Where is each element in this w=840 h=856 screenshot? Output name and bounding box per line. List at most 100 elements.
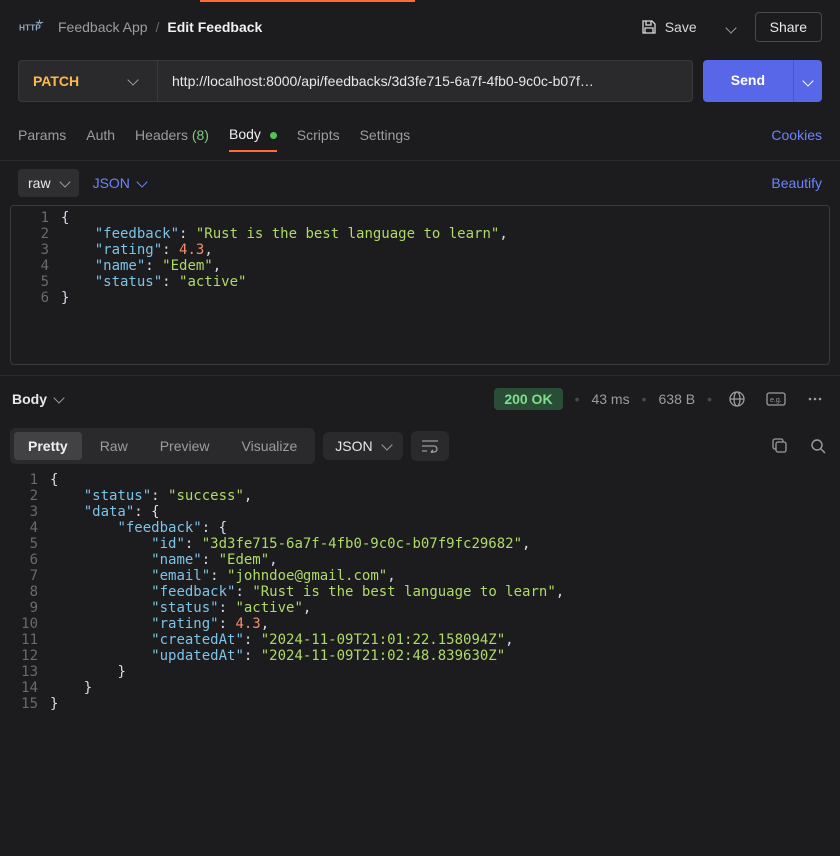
beautify-button[interactable]: Beautify <box>771 175 822 191</box>
request-body-editor[interactable]: 1{2 "feedback": "Rust is the best langua… <box>10 205 830 365</box>
tab-body[interactable]: Body <box>229 118 277 152</box>
tab-headers-count: (8) <box>192 127 209 143</box>
code-line: 5 "id": "3d3fe715-6a7f-4fb0-9c0c-b07f9fc… <box>0 536 840 552</box>
chevron-down-icon <box>53 392 64 403</box>
code-content: "status": "active" <box>61 274 246 290</box>
response-toolbar: Pretty Raw Preview Visualize JSON <box>0 422 840 470</box>
request-tabs: Params Auth Headers (8) Body Scripts Set… <box>0 110 840 161</box>
tab-settings[interactable]: Settings <box>360 119 411 151</box>
line-number: 9 <box>0 600 50 616</box>
send-group: Send <box>703 60 822 102</box>
line-number: 6 <box>11 290 61 306</box>
code-line: 2 "feedback": "Rust is the best language… <box>11 226 829 242</box>
wrap-lines-button[interactable] <box>411 431 449 461</box>
line-number: 4 <box>0 520 50 536</box>
tab-headers-label: Headers <box>135 127 188 143</box>
line-number: 7 <box>0 568 50 584</box>
tab-headers[interactable]: Headers (8) <box>135 119 209 151</box>
method-select[interactable]: PATCH <box>18 60 158 102</box>
code-content: "id": "3d3fe715-6a7f-4fb0-9c0c-b07f9fc29… <box>50 536 530 552</box>
tab-auth[interactable]: Auth <box>86 119 115 151</box>
code-content: "status": "success", <box>50 488 252 504</box>
view-visualize-button[interactable]: Visualize <box>228 432 312 460</box>
save-response-icon[interactable]: e.g. <box>762 387 790 411</box>
tab-body-label: Body <box>229 126 261 142</box>
modified-dot-icon <box>270 132 277 139</box>
code-line: 1{ <box>11 210 829 226</box>
header: HTTP Feedback App / Edit Feedback Save S… <box>0 2 840 52</box>
code-content: "feedback": "Rust is the best language t… <box>50 584 564 600</box>
body-format-label: JSON <box>93 175 130 191</box>
line-number: 5 <box>0 536 50 552</box>
code-line: 5 "status": "active" <box>11 274 829 290</box>
cookies-link[interactable]: Cookies <box>771 127 822 143</box>
code-line: 10 "rating": 4.3, <box>0 616 840 632</box>
more-icon[interactable] <box>802 386 828 412</box>
code-content: } <box>50 680 92 696</box>
line-number: 14 <box>0 680 50 696</box>
line-number: 1 <box>0 472 50 488</box>
stat-sep: • <box>642 391 647 407</box>
code-line: 4 "feedback": { <box>0 520 840 536</box>
code-content: { <box>50 472 58 488</box>
code-line: 6 "name": "Edem", <box>0 552 840 568</box>
chevron-down-icon <box>802 75 813 86</box>
stat-sep: • <box>575 391 580 407</box>
line-number: 10 <box>0 616 50 632</box>
code-content: { <box>61 210 69 226</box>
breadcrumb-collection[interactable]: Feedback App <box>58 19 148 35</box>
line-number: 4 <box>11 258 61 274</box>
code-line: 13 } <box>0 664 840 680</box>
body-mode-label: raw <box>28 175 51 191</box>
code-content: "createdAt": "2024-11-09T21:01:22.158094… <box>50 632 514 648</box>
tab-params[interactable]: Params <box>18 119 66 151</box>
code-content: "feedback": "Rust is the best language t… <box>61 226 508 242</box>
code-line: 4 "name": "Edem", <box>11 258 829 274</box>
send-button[interactable]: Send <box>703 60 793 102</box>
http-icon: HTTP <box>18 16 46 38</box>
response-body-viewer[interactable]: 1{2 "status": "success",3 "data": {4 "fe… <box>0 470 840 722</box>
copy-icon[interactable] <box>768 434 792 458</box>
chevron-down-icon <box>725 22 736 33</box>
code-line: 3 "rating": 4.3, <box>11 242 829 258</box>
response-section-select[interactable]: Body <box>12 391 63 407</box>
body-format-select[interactable]: JSON <box>93 175 146 191</box>
line-number: 3 <box>0 504 50 520</box>
line-number: 11 <box>0 632 50 648</box>
search-icon[interactable] <box>806 434 830 458</box>
code-content: "status": "active", <box>50 600 311 616</box>
view-preview-button[interactable]: Preview <box>146 432 224 460</box>
view-raw-button[interactable]: Raw <box>86 432 142 460</box>
save-more-button[interactable] <box>719 13 743 41</box>
body-mode-select[interactable]: raw <box>18 169 79 197</box>
method-label: PATCH <box>33 73 79 89</box>
line-number: 2 <box>11 226 61 242</box>
chevron-down-icon <box>136 176 147 187</box>
line-number: 2 <box>0 488 50 504</box>
chevron-down-icon <box>381 439 392 450</box>
breadcrumb-sep: / <box>156 19 160 35</box>
code-content: "rating": 4.3, <box>50 616 269 632</box>
svg-text:e.g.: e.g. <box>770 397 782 404</box>
tab-scripts[interactable]: Scripts <box>297 119 340 151</box>
request-bar: PATCH http://localhost:8000/api/feedback… <box>0 52 840 110</box>
globe-icon[interactable] <box>724 386 750 412</box>
url-input[interactable]: http://localhost:8000/api/feedbacks/3d3f… <box>158 60 693 102</box>
code-content: "name": "Edem", <box>61 258 221 274</box>
save-button[interactable]: Save <box>631 13 707 41</box>
code-line: 3 "data": { <box>0 504 840 520</box>
view-pretty-button[interactable]: Pretty <box>14 432 82 460</box>
breadcrumb-request[interactable]: Edit Feedback <box>167 19 262 35</box>
save-icon <box>641 19 657 35</box>
send-more-button[interactable] <box>793 60 822 102</box>
line-number: 12 <box>0 648 50 664</box>
status-badge: 200 OK <box>494 388 562 410</box>
code-line: 15} <box>0 696 840 712</box>
tab-accent <box>0 0 840 2</box>
code-line: 1{ <box>0 472 840 488</box>
share-button[interactable]: Share <box>755 12 822 42</box>
response-format-select[interactable]: JSON <box>323 432 402 460</box>
code-line: 9 "status": "active", <box>0 600 840 616</box>
code-content: "feedback": { <box>50 520 227 536</box>
code-content: } <box>50 664 126 680</box>
